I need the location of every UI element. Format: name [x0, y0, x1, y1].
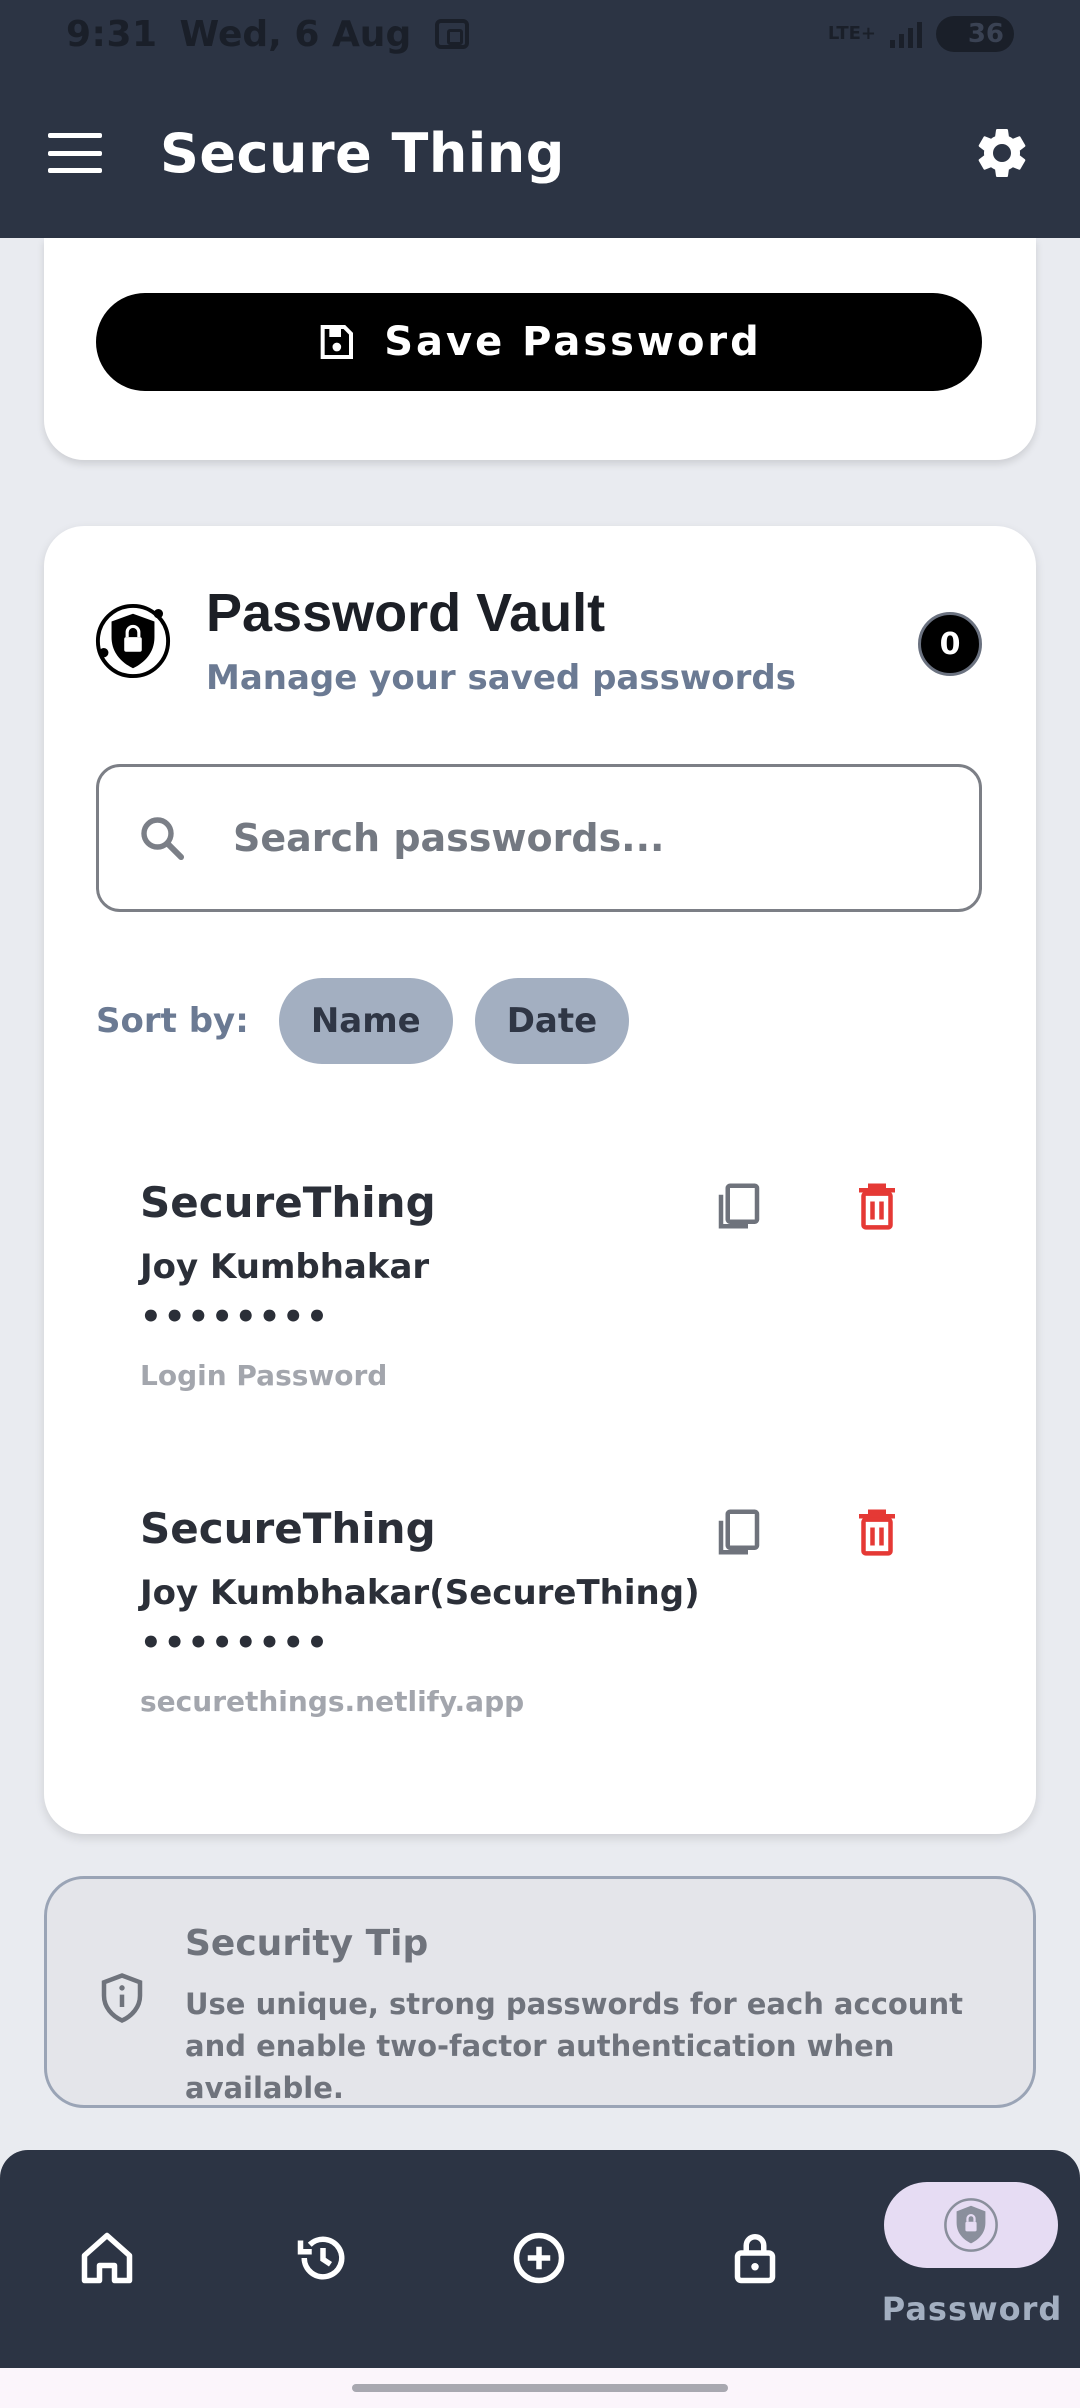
entry-note: Login Password	[140, 1359, 388, 1392]
password-vault-card: Password Vault Manage your saved passwor…	[44, 526, 1036, 1834]
entry-actions	[712, 1504, 904, 1560]
password-entry[interactable]: SecureThing Joy Kumbhakar(SecureThing) •…	[140, 1504, 980, 1718]
app-bar: Secure Thing	[0, 68, 1080, 238]
shield-info-icon	[101, 1973, 143, 2023]
battery-icon: 36	[936, 16, 1014, 52]
status-time: 9:31	[66, 13, 158, 55]
network-type: LTE+	[827, 23, 876, 44]
delete-trash-icon[interactable]	[850, 1504, 904, 1560]
copy-icon[interactable]	[712, 1504, 766, 1560]
save-card: Save Password	[44, 238, 1036, 460]
entry-username: Joy Kumbhakar	[140, 1247, 430, 1287]
bottom-navigation: Password	[0, 2150, 1080, 2368]
search-input[interactable]	[233, 816, 933, 860]
entry-actions	[712, 1178, 904, 1234]
gesture-bar	[0, 2368, 1080, 2408]
status-date: Wed, 6 Aug	[179, 13, 412, 55]
battery-level: 36	[967, 19, 1004, 49]
home-icon[interactable]	[77, 2228, 137, 2288]
sort-name-chip[interactable]: Name	[278, 978, 453, 1064]
entry-password: ••••••••	[140, 1623, 330, 1663]
app-title: Secure Thing	[160, 121, 565, 185]
settings-gear-icon[interactable]	[972, 123, 1032, 183]
floppy-disk-icon	[320, 325, 354, 359]
gesture-handle[interactable]	[352, 2384, 728, 2392]
status-bar: 9:31 Wed, 6 Aug LTE+ 36	[0, 0, 1080, 68]
tip-title: Security Tip	[185, 1923, 429, 1964]
save-password-label: Save Password	[384, 319, 762, 365]
history-icon[interactable]	[293, 2228, 353, 2288]
search-icon	[141, 817, 185, 861]
password-count-badge: 0	[918, 612, 982, 676]
nav-password-tab[interactable]	[884, 2182, 1058, 2268]
entry-password: ••••••••	[140, 1297, 330, 1337]
nav-password-label: Password	[881, 2290, 1063, 2328]
shield-lock-logo-icon	[95, 603, 171, 679]
status-right: LTE+ 36	[828, 16, 1014, 52]
menu-icon[interactable]	[48, 133, 102, 173]
entry-username: Joy Kumbhakar(SecureThing)	[140, 1573, 700, 1613]
copy-icon[interactable]	[712, 1178, 766, 1234]
lock-icon[interactable]	[725, 2228, 785, 2288]
sort-label: Sort by:	[96, 1001, 249, 1041]
signal-icon	[890, 20, 922, 48]
sort-date-chip[interactable]: Date	[474, 978, 630, 1064]
save-password-button[interactable]: Save Password	[96, 293, 982, 391]
vault-subtitle: Manage your saved passwords	[206, 658, 796, 698]
add-circle-icon[interactable]	[509, 2228, 569, 2288]
screen-record-icon	[435, 19, 470, 49]
delete-trash-icon[interactable]	[850, 1178, 904, 1234]
vault-title: Password Vault	[206, 583, 606, 643]
entry-note: securethings.netlify.app	[140, 1685, 525, 1718]
password-entry[interactable]: SecureThing Joy Kumbhakar •••••••• Login…	[140, 1178, 980, 1392]
password-shield-icon	[944, 2198, 998, 2252]
search-box[interactable]	[96, 764, 982, 912]
tip-text: Use unique, strong passwords for each ac…	[185, 1987, 963, 2105]
sort-row: Sort by: Name Date	[96, 978, 651, 1064]
security-tip-card: Security Tip Use unique, strong password…	[44, 1876, 1036, 2108]
